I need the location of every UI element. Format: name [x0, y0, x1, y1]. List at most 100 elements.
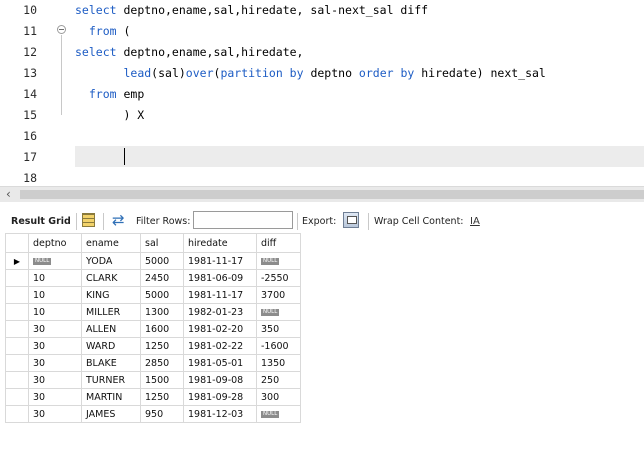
cell-sal[interactable]: 2850 [140, 354, 184, 372]
filter-rows-label: Filter Rows: [136, 216, 191, 227]
column-header-sal[interactable]: sal [140, 233, 184, 253]
cell-ename[interactable]: KING [81, 286, 141, 304]
cell-diff[interactable]: 250 [256, 371, 301, 389]
cell-diff[interactable]: -1600 [256, 337, 301, 355]
refresh-icon[interactable]: ⇄ [112, 212, 125, 229]
cell-sal[interactable]: 1300 [140, 303, 184, 321]
code-line: lead(sal)over(partition by deptno order … [75, 63, 545, 84]
cell-ename[interactable]: CLARK [81, 269, 141, 287]
cell-deptno[interactable]: 30 [28, 320, 82, 338]
column-header-ename[interactable]: ename [81, 233, 141, 253]
cell-diff[interactable]: NULL [256, 303, 301, 321]
editor-horizontal-scrollbar[interactable]: ‹ [0, 186, 644, 202]
row-marker[interactable] [5, 405, 29, 423]
filter-rows-input[interactable] [193, 211, 293, 229]
row-marker[interactable] [5, 320, 29, 338]
cell-sal[interactable]: 1500 [140, 371, 184, 389]
cell-diff[interactable]: 300 [256, 388, 301, 406]
cell-diff[interactable]: -2550 [256, 269, 301, 287]
cell-hiredate[interactable]: 1982-01-23 [183, 303, 257, 321]
toolbar-divider [368, 213, 369, 230]
cell-deptno[interactable]: 30 [28, 354, 82, 372]
table-row[interactable]: 30 TURNER 1500 1981-09-08 250 [5, 371, 301, 389]
fold-collapse-icon[interactable] [57, 25, 66, 34]
cell-ename[interactable]: MILLER [81, 303, 141, 321]
cell-deptno[interactable]: 30 [28, 388, 82, 406]
grid-header-row: deptno ename sal hiredate diff [5, 233, 301, 253]
cell-deptno[interactable]: 30 [28, 405, 82, 423]
cell-deptno[interactable]: 30 [28, 337, 82, 355]
cell-hiredate[interactable]: 1981-09-28 [183, 388, 257, 406]
sql-keyword: lead [123, 66, 152, 80]
cell-ename[interactable]: BLAKE [81, 354, 141, 372]
table-row[interactable]: 10 KING 5000 1981-11-17 3700 [5, 286, 301, 304]
fold-guide-line [61, 35, 62, 115]
cell-hiredate[interactable]: 1981-02-22 [183, 337, 257, 355]
cell-sal[interactable]: 1600 [140, 320, 184, 338]
grid-view-icon[interactable] [82, 213, 95, 227]
scroll-left-arrow-icon[interactable]: ‹ [6, 187, 11, 202]
cell-sal[interactable]: 2450 [140, 269, 184, 287]
cell-sal[interactable]: 1250 [140, 337, 184, 355]
cell-hiredate[interactable]: 1981-09-08 [183, 371, 257, 389]
row-marker[interactable] [5, 354, 29, 372]
cell-ename[interactable]: MARTIN [81, 388, 141, 406]
text-caret [124, 148, 125, 165]
cell-hiredate[interactable]: 1981-05-01 [183, 354, 257, 372]
row-marker[interactable]: ▶ [5, 252, 29, 270]
cell-sal[interactable]: 1250 [140, 388, 184, 406]
cell-ename[interactable]: ALLEN [81, 320, 141, 338]
cell-deptno[interactable]: 10 [28, 269, 82, 287]
row-marker[interactable] [5, 303, 29, 321]
result-grid-tab[interactable]: Result Grid [11, 213, 71, 230]
code-line: ) X [75, 105, 144, 126]
cell-diff[interactable]: 3700 [256, 286, 301, 304]
cell-deptno[interactable]: 10 [28, 286, 82, 304]
row-marker[interactable] [5, 337, 29, 355]
cell-sal[interactable]: 5000 [140, 252, 184, 270]
row-marker[interactable] [5, 388, 29, 406]
cell-diff[interactable]: NULL [256, 252, 301, 270]
cell-ename[interactable]: TURNER [81, 371, 141, 389]
line-number: 10 [23, 3, 37, 17]
cell-diff[interactable]: 1350 [256, 354, 301, 372]
cell-hiredate[interactable]: 1981-11-17 [183, 286, 257, 304]
cell-hiredate[interactable]: 1981-12-03 [183, 405, 257, 423]
cell-hiredate[interactable]: 1981-11-17 [183, 252, 257, 270]
table-row[interactable]: 30 BLAKE 2850 1981-05-01 1350 [5, 354, 301, 372]
table-row[interactable]: 10 MILLER 1300 1982-01-23 NULL [5, 303, 301, 321]
export-icon[interactable] [343, 212, 359, 228]
cell-sal[interactable]: 5000 [140, 286, 184, 304]
cell-deptno[interactable]: 10 [28, 303, 82, 321]
cell-deptno[interactable]: 30 [28, 371, 82, 389]
column-header-hiredate[interactable]: hiredate [183, 233, 257, 253]
cell-ename[interactable]: JAMES [81, 405, 141, 423]
cell-deptno[interactable]: NULL [28, 252, 82, 270]
cell-hiredate[interactable]: 1981-02-20 [183, 320, 257, 338]
sql-editor[interactable]: 10 select deptno,ename,sal,hiredate, sal-… [0, 0, 644, 186]
cell-sal[interactable]: 950 [140, 405, 184, 423]
sql-keyword: from [88, 87, 117, 101]
cell-diff[interactable]: NULL [256, 405, 301, 423]
cell-diff[interactable]: 350 [256, 320, 301, 338]
line-number: 14 [23, 87, 37, 101]
cell-hiredate[interactable]: 1981-06-09 [183, 269, 257, 287]
table-row[interactable]: ▶ NULL YODA 5000 1981-11-17 NULL [5, 252, 301, 270]
table-row[interactable]: 30 WARD 1250 1981-02-22 -1600 [5, 337, 301, 355]
sql-text: deptno,ename,sal,hiredate, [116, 45, 304, 59]
code-line: select deptno,ename,sal,hiredate, [75, 42, 303, 63]
column-header-diff[interactable]: diff [256, 233, 301, 253]
table-row[interactable]: 30 MARTIN 1250 1981-09-28 300 [5, 388, 301, 406]
current-line-highlight [75, 146, 644, 167]
table-row[interactable]: 30 ALLEN 1600 1981-02-20 350 [5, 320, 301, 338]
wrap-cell-content-icon[interactable]: IA [470, 213, 480, 230]
row-marker[interactable] [5, 371, 29, 389]
scrollbar-thumb[interactable] [20, 190, 644, 199]
cell-ename[interactable]: WARD [81, 337, 141, 355]
row-marker[interactable] [5, 286, 29, 304]
table-row[interactable]: 30 JAMES 950 1981-12-03 NULL [5, 405, 301, 423]
cell-ename[interactable]: YODA [81, 252, 141, 270]
table-row[interactable]: 10 CLARK 2450 1981-06-09 -2550 [5, 269, 301, 287]
row-marker[interactable] [5, 269, 29, 287]
column-header-deptno[interactable]: deptno [28, 233, 82, 253]
